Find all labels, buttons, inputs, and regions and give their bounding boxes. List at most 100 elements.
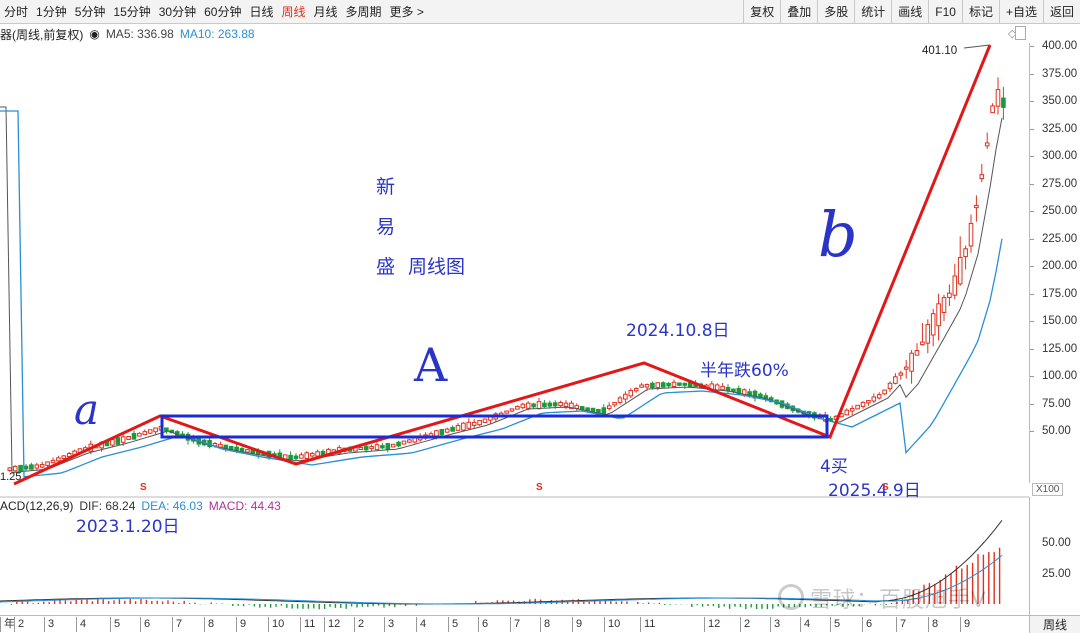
candle-body (682, 382, 688, 386)
date-tick-label: 7 (172, 617, 182, 632)
date-tick-label: 3 (770, 617, 780, 632)
candle-body (930, 313, 936, 336)
candle-body (909, 352, 914, 372)
date-tick-label: 8 (928, 617, 938, 632)
candle-body (320, 450, 326, 456)
macd-axis: 50.00 25.00 (1029, 497, 1080, 615)
candle-body (450, 426, 455, 432)
macd-dif: DIF: 68.24 (79, 499, 136, 513)
price-tick-label: 100.00 (1029, 370, 1078, 382)
candle-body (644, 383, 650, 388)
candle-body (952, 275, 958, 296)
candle-body (218, 443, 223, 448)
candle-body (444, 428, 450, 433)
candle-body (963, 248, 968, 258)
candle-body (309, 452, 315, 457)
period-label: 周线 (1029, 615, 1080, 633)
candle-body (974, 204, 979, 209)
candle-body (390, 443, 396, 448)
annotation-buy-note: 4买 (820, 457, 848, 477)
tool-button-8[interactable]: 返回 (1042, 0, 1080, 24)
date-tick-label: 9 (572, 617, 582, 632)
candle-body (984, 142, 990, 147)
annotation-date-buy: 2025.4.9日 (828, 481, 921, 501)
event-marker[interactable]: S (536, 482, 543, 493)
candle-body (369, 446, 374, 450)
event-marker[interactable]: S (882, 482, 889, 493)
candle-body (29, 464, 34, 470)
period-tab-2[interactable]: 5分钟 (71, 0, 110, 24)
candle-body (876, 394, 882, 399)
date-tick-label: 2 (740, 617, 750, 632)
tool-button-5[interactable]: F10 (928, 0, 962, 24)
candle-body (947, 292, 952, 298)
candle-body (56, 457, 61, 462)
candle-body (315, 451, 320, 457)
period-tab-1[interactable]: 1分钟 (32, 0, 71, 24)
tool-button-2[interactable]: 多股 (817, 0, 854, 24)
candle-body (920, 341, 925, 346)
candle-body (547, 402, 553, 407)
chart-toolbar: 分时 1分钟 5分钟 15分钟 30分钟 60分钟 日线 周线 月线 多周期 更多 > 复权 叠加 多股… (0, 0, 1080, 24)
tool-button-3[interactable]: 统计 (854, 0, 891, 24)
date-tick-label: 10 (604, 617, 620, 632)
candle-body (455, 425, 461, 431)
candle-body (385, 443, 391, 450)
date-tick-label: 6 (478, 617, 488, 632)
period-tab-8[interactable]: 月线 (310, 0, 342, 24)
date-tick-label: 5 (110, 617, 120, 632)
candle-body (849, 408, 855, 412)
candle-body (563, 402, 569, 407)
candle-body (731, 388, 736, 393)
tool-button-1[interactable]: 叠加 (780, 0, 817, 24)
candle-body (531, 403, 536, 408)
annotation-date-start: 2023.1.20日 (76, 517, 180, 537)
price-tick-label: 300.00 (1029, 150, 1078, 162)
candle-body (628, 389, 634, 397)
candle-body (844, 409, 850, 416)
candle-body (477, 419, 482, 426)
candle-body (61, 455, 67, 460)
period-tab-5[interactable]: 60分钟 (200, 0, 245, 24)
macd-tick-label: 50.00 (1042, 537, 1071, 549)
period-tab-0[interactable]: 分时 (0, 0, 32, 24)
annotation-stock-name-1: 新 (376, 176, 396, 198)
price-tick-label: 400.00 (1029, 40, 1078, 52)
period-tab-6[interactable]: 日线 (245, 0, 277, 24)
candle-body (380, 445, 385, 449)
period-tab-9[interactable]: 多周期 (342, 0, 386, 24)
tool-button-7[interactable]: +自选 (998, 0, 1043, 24)
tool-button-0[interactable]: 复权 (743, 0, 780, 24)
candle-body (407, 439, 412, 443)
period-tab-10[interactable]: 更多 > (386, 0, 428, 24)
date-tick-label: 11 (640, 617, 655, 632)
candle-body (720, 386, 725, 391)
max-pointer-line (963, 44, 991, 49)
price-tick-label: 175.00 (1029, 287, 1078, 300)
period-tab-4[interactable]: 30分钟 (155, 0, 200, 24)
candle-body (126, 436, 131, 440)
panel-toggle-icon[interactable] (1015, 26, 1026, 40)
candle-body (401, 440, 407, 445)
candle-body (142, 431, 148, 436)
date-tick-label: 8 (540, 617, 550, 632)
tool-button-6[interactable]: 标记 (961, 0, 999, 24)
date-tick-label: 2 (354, 617, 364, 632)
candle-body (504, 410, 509, 414)
annotation-stock-name-2: 易 (376, 216, 396, 238)
annotation-drop-note: 半年跌60% (700, 361, 789, 381)
candle-body (871, 396, 877, 402)
candle-body (482, 418, 488, 423)
scale-button[interactable]: X100 (1032, 483, 1064, 496)
period-tab-3[interactable]: 15分钟 (109, 0, 154, 24)
price-tick-label: 375.00 (1029, 67, 1078, 80)
date-tick-label: 3 (44, 617, 54, 632)
eye-icon[interactable]: ◉ (89, 27, 99, 41)
date-tick-label: 年 (0, 617, 15, 632)
candle-body (39, 464, 45, 468)
tool-button-4[interactable]: 画线 (891, 0, 928, 24)
event-marker[interactable]: S (140, 482, 147, 493)
period-tab-7[interactable]: 周线 (277, 0, 309, 24)
candle-body (358, 446, 364, 450)
candle-body (120, 436, 126, 443)
